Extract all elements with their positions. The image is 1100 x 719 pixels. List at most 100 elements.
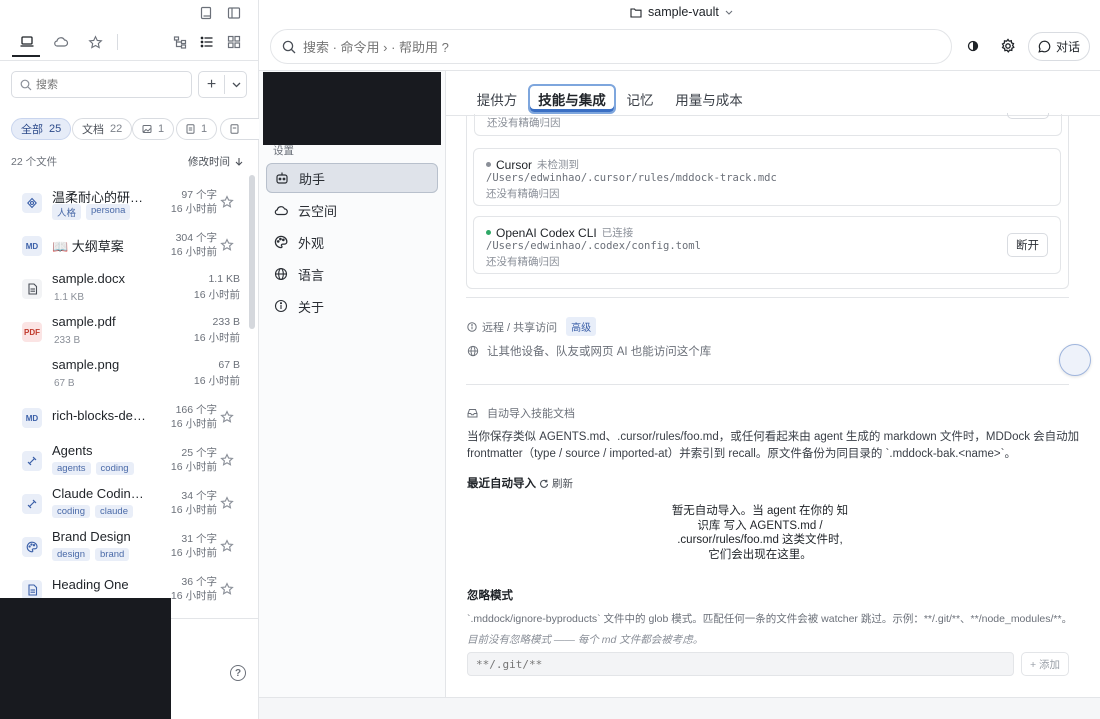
filter-chip-docs[interactable]: 文档 22 [72, 118, 133, 140]
chevron-down-icon[interactable] [225, 72, 247, 97]
filter-chip-all[interactable]: 全部 25 [11, 118, 72, 140]
info-icon [467, 321, 477, 332]
nav-item-language[interactable]: 语言 [266, 259, 438, 289]
file-row[interactable]: sample.png 67 B 67 B 16 小时前 [12, 353, 240, 396]
cloud-icon[interactable] [50, 31, 72, 53]
chip-label: 文档 [82, 124, 104, 136]
nav-label: 云空间 [298, 203, 338, 219]
tab-memory[interactable]: 记忆 [622, 84, 658, 114]
star-icon[interactable] [220, 410, 234, 424]
sidebar-search-field[interactable] [11, 71, 192, 98]
tag[interactable]: coding [52, 505, 90, 518]
scrollbar-thumb[interactable] [249, 175, 255, 329]
integration-card-codex: OpenAI Codex CLI 已连接 /Users/edwinhao/.co… [473, 216, 1061, 274]
attribution-note: 还没有精确归因 [486, 188, 560, 200]
refresh-button[interactable]: 刷新 [539, 476, 573, 491]
file-row[interactable]: Brand Design design brand 31 个字 16 小时前 [12, 525, 240, 568]
tree-view-icon[interactable] [169, 31, 191, 53]
gear-icon[interactable] [1000, 38, 1016, 54]
file-row[interactable]: MD 📖 大纲草案 304 个字 16 小时前 [12, 224, 240, 267]
star-icon[interactable] [220, 195, 234, 209]
file-row[interactable]: sample.docx 1.1 KB 1.1 KB 16 小时前 [12, 267, 240, 310]
remote-access-toggle[interactable]: 让其他设备、队友或网页 AI 也能访问这个库 [467, 343, 711, 359]
inbox-icon [467, 409, 478, 418]
command-search-input[interactable] [303, 38, 903, 56]
plus-icon[interactable]: + [199, 72, 224, 97]
tag[interactable]: brand [95, 548, 130, 561]
vault-switcher[interactable]: sample-vault [630, 5, 733, 19]
tag[interactable]: claude [95, 505, 133, 518]
palette-icon [274, 235, 288, 249]
chip-count: 22 [110, 123, 123, 135]
auto-import-title: 自动导入技能文档 [487, 408, 575, 420]
integration-name: Cursor [496, 157, 533, 172]
tag[interactable]: design [52, 548, 90, 561]
list-view-icon[interactable] [196, 31, 218, 53]
filter-chip-other[interactable] [220, 118, 259, 140]
file-row[interactable]: Agents agents coding 25 个字 16 小时前 [12, 439, 240, 482]
star-icon[interactable] [220, 582, 234, 596]
empty-line: 暂无自动导入。当 agent 在你的 知 [671, 505, 849, 517]
file-time: 16 小时前 [170, 203, 217, 215]
chat-label: 对话 [1055, 40, 1080, 54]
file-row[interactable]: 温柔耐心的研究… 人格 persona 97 个字 16 小时前 [12, 181, 240, 224]
sort-control[interactable]: 修改时间 [188, 154, 243, 169]
divider [466, 384, 1069, 385]
divider [466, 297, 1069, 298]
ignore-patterns-title: 忽略模式 [467, 590, 513, 602]
collapse-sidebar-icon[interactable] [223, 2, 245, 24]
file-name: Agents [52, 443, 93, 458]
add-pattern-button[interactable]: + 添加 [1021, 652, 1069, 676]
help-icon[interactable]: ? [230, 665, 246, 681]
file-size: 67 B [218, 359, 240, 371]
star-icon[interactable] [220, 496, 234, 510]
sidebar-search-input[interactable] [36, 76, 186, 94]
theme-toggle-icon[interactable] [965, 38, 981, 54]
star-icon[interactable] [220, 238, 234, 252]
disconnect-button[interactable]: 断开 [1007, 233, 1048, 257]
tab-providers[interactable]: 提供方 [472, 84, 522, 114]
chat-bubble-icon [1038, 40, 1051, 53]
nav-item-assistant[interactable]: 助手 [266, 163, 438, 193]
star-icon[interactable] [220, 453, 234, 467]
file-row[interactable]: PDF sample.pdf 233 B 233 B 16 小时前 [12, 310, 240, 353]
star-icon[interactable] [84, 31, 106, 53]
laptop-icon[interactable] [16, 31, 38, 53]
file-row[interactable]: Claude Coding … coding claude 34 个字 16 小… [12, 482, 240, 525]
tab-skills-integrations[interactable]: 技能与集成 [528, 84, 616, 114]
arrow-down-icon [235, 158, 243, 166]
chat-button[interactable]: 对话 [1028, 32, 1090, 61]
doc-icon [186, 124, 195, 134]
book-icon[interactable] [195, 2, 217, 24]
ignore-pattern-input[interactable] [467, 652, 1014, 676]
integration-card-cursor: Cursor 未检测到 /Users/edwinhao/.cursor/rule… [473, 148, 1061, 206]
nav-item-about[interactable]: 关于 [266, 291, 438, 321]
file-subtitle: 67 B [54, 378, 75, 389]
file-name: Brand Design [52, 529, 131, 544]
nav-label: 助手 [299, 171, 326, 187]
tag[interactable]: 人格 [52, 204, 82, 220]
file-row[interactable]: MD rich-blocks-de… 166 个字 16 小时前 [12, 396, 240, 439]
status-bar [259, 697, 1100, 719]
nav-item-appearance[interactable]: 外观 [266, 227, 438, 257]
tag[interactable]: persona [86, 204, 131, 220]
persona-icon [22, 193, 42, 213]
tab-usage-cost[interactable]: 用量与成本 [672, 84, 746, 114]
grid-view-icon[interactable] [223, 31, 245, 53]
divider [117, 34, 118, 50]
folder-icon [630, 7, 642, 18]
auto-import-desc-line: frontmatter（type / source / imported-at）… [467, 448, 1016, 460]
action-button[interactable] [1007, 113, 1049, 119]
tag[interactable]: agents [52, 462, 91, 475]
floating-assistant-button[interactable] [1059, 344, 1091, 376]
palette-icon [22, 537, 42, 557]
filter-chip-pdf[interactable]: 1 [176, 118, 218, 140]
file-name: sample.pdf [52, 314, 116, 329]
star-icon[interactable] [220, 539, 234, 553]
command-search[interactable] [270, 29, 952, 64]
skill-icon [22, 451, 42, 471]
nav-item-cloud[interactable]: 云空间 [266, 195, 438, 225]
tag-list: 人格 persona [52, 204, 131, 220]
tag[interactable]: coding [95, 462, 134, 475]
filter-chip-images[interactable]: 1 [132, 118, 175, 140]
